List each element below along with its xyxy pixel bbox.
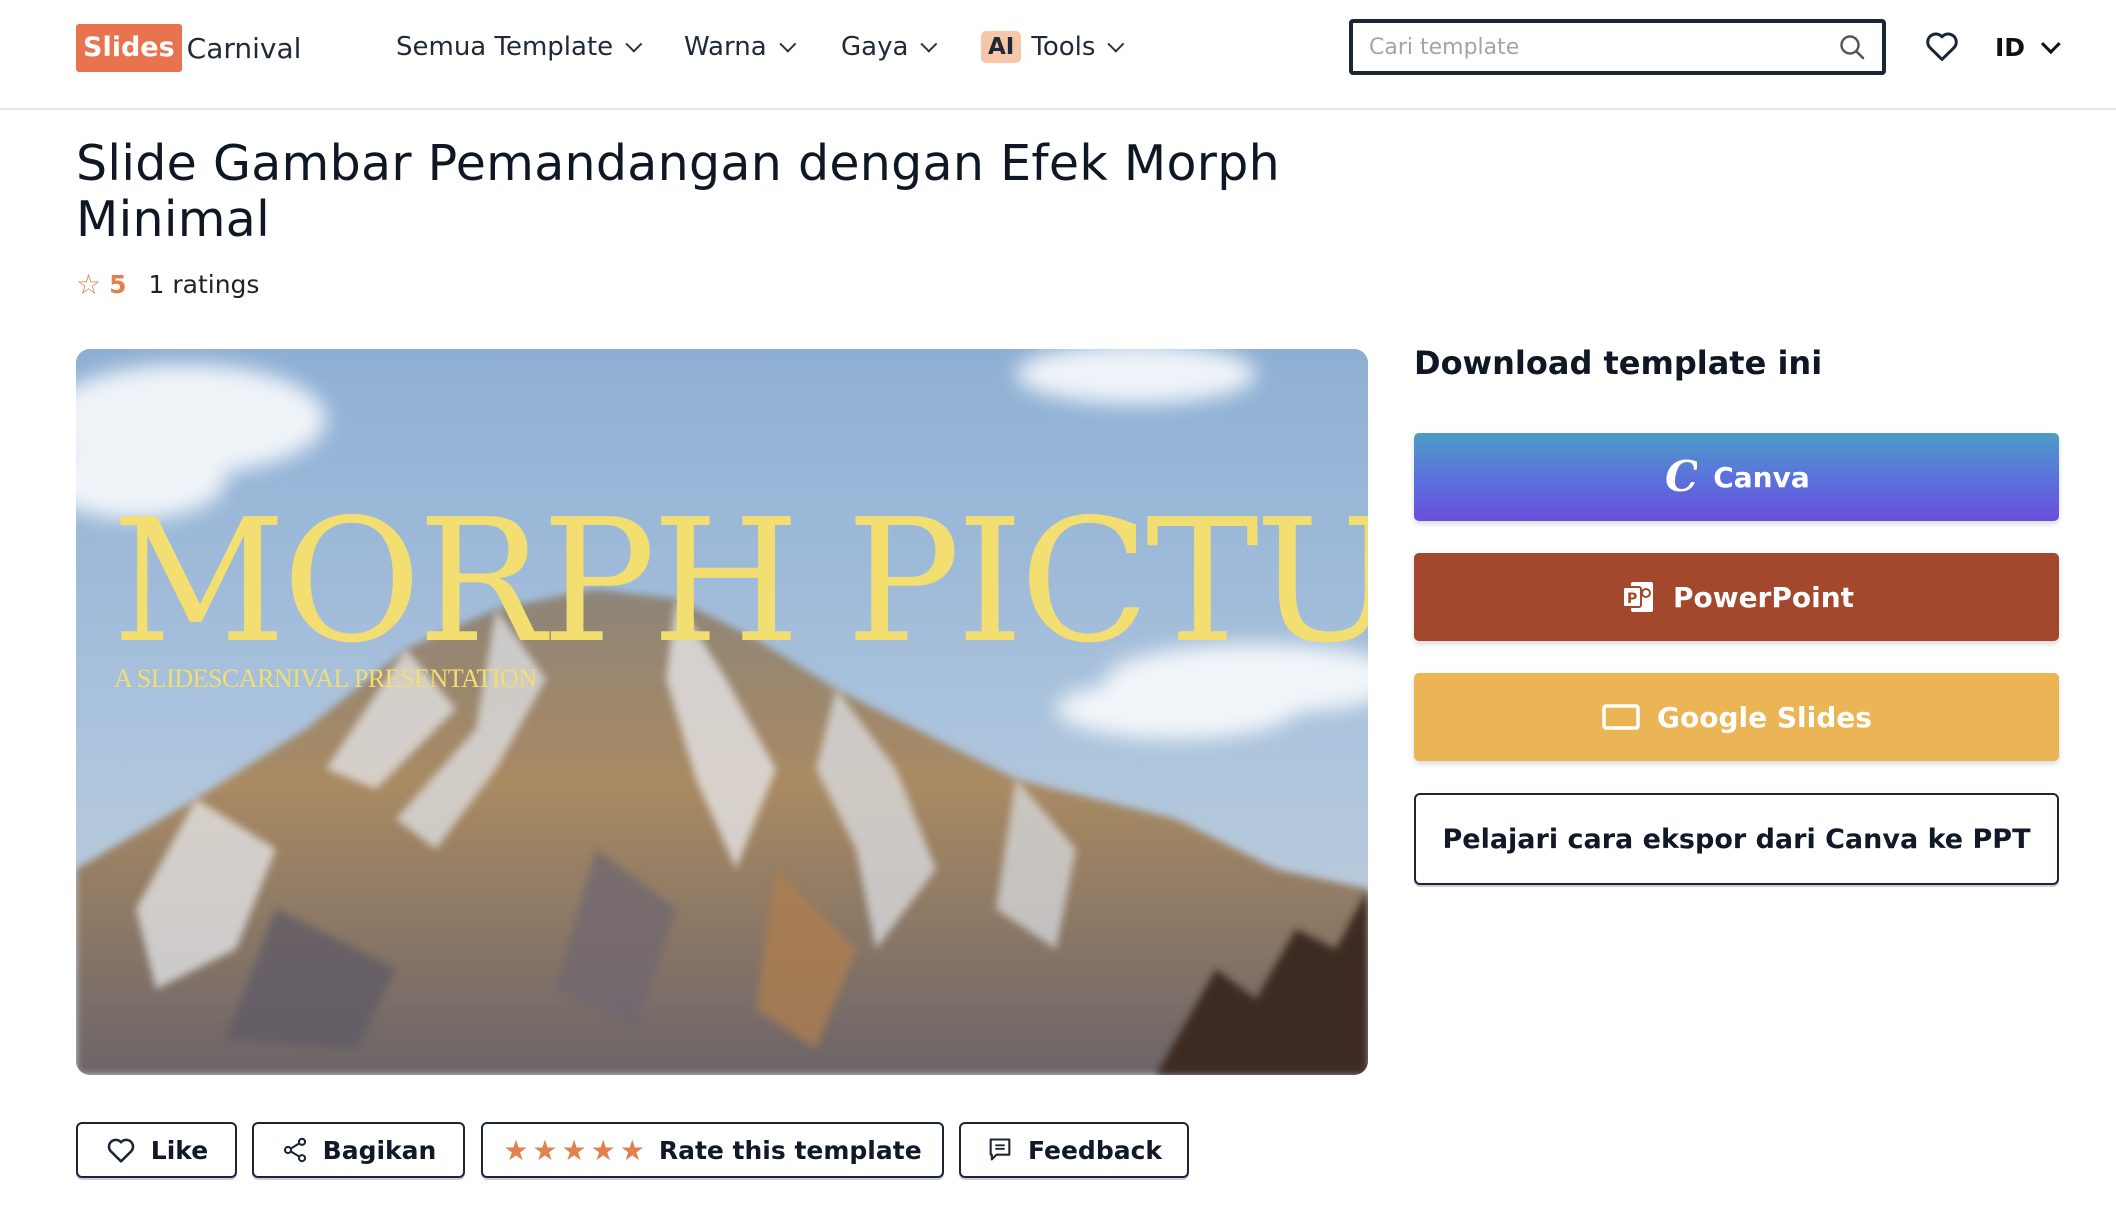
powerpoint-icon: P — [1619, 578, 1657, 616]
feedback-label: Feedback — [1027, 1135, 1163, 1165]
share-label: Bagikan — [322, 1135, 437, 1165]
nav-colors[interactable]: Warna — [684, 26, 796, 68]
preview-headline: MORPH PICTURE — [112, 483, 1368, 681]
favorites-heart-icon[interactable] — [1923, 27, 1961, 65]
feedback-button[interactable]: Feedback — [959, 1122, 1189, 1178]
logo-slides: Slides — [76, 24, 182, 72]
download-heading: Download template ini — [1414, 344, 1823, 382]
star-outline-icon: ☆ — [76, 267, 102, 301]
chevron-down-icon — [2040, 34, 2061, 55]
nav-styles-label: Gaya — [841, 32, 909, 62]
download-powerpoint-label: PowerPoint — [1672, 580, 1855, 614]
chevron-down-icon — [778, 35, 796, 53]
learn-export-button[interactable]: Pelajari cara ekspor dari Canva ke PPT — [1414, 793, 2059, 885]
share-button[interactable]: Bagikan — [252, 1122, 465, 1178]
download-powerpoint-button[interactable]: P PowerPoint — [1414, 553, 2059, 641]
page-title: Slide Gambar Pemandangan dengan Efek Mor… — [76, 135, 1280, 248]
site-logo[interactable]: Slides Carnival — [76, 24, 301, 72]
mountain-landscape-illustration — [76, 349, 1368, 1075]
site-header: Slides Carnival Semua Template Warna Gay… — [0, 0, 2116, 110]
canva-icon: C — [1663, 455, 1697, 499]
search-input[interactable] — [1369, 34, 1838, 60]
download-canva-button[interactable]: C Canva — [1414, 433, 2059, 521]
rating-stars-icon: ★★★★★ — [503, 1133, 649, 1167]
rating-summary: ☆ 5 1 ratings — [76, 264, 259, 304]
preview-subtitle: A SLIDESCARNIVAL PRESENTATION — [114, 664, 537, 693]
language-label: ID — [1995, 32, 2026, 62]
share-icon — [281, 1136, 309, 1164]
nav-ai-tools-label: Tools — [1031, 32, 1096, 62]
rating-count: 1 ratings — [148, 269, 260, 299]
search-box — [1349, 19, 1886, 75]
rate-template-button[interactable]: ★★★★★ Rate this template — [481, 1122, 944, 1178]
chevron-down-icon — [1107, 35, 1125, 53]
nav-all-templates-label: Semua Template — [396, 32, 614, 62]
like-button[interactable]: Like — [76, 1122, 237, 1178]
like-label: Like — [150, 1135, 209, 1165]
rate-template-label: Rate this template — [658, 1135, 922, 1165]
svg-text:P: P — [1627, 591, 1637, 607]
google-slides-icon — [1601, 702, 1641, 732]
download-canva-label: Canva — [1713, 460, 1810, 494]
nav-colors-label: Warna — [684, 32, 767, 62]
svg-text:C: C — [1665, 455, 1697, 499]
logo-carnival: Carnival — [186, 31, 302, 65]
search-icon[interactable] — [1838, 33, 1866, 61]
nav-ai-tools[interactable]: AI Tools — [981, 26, 1125, 68]
rating-score: 5 — [109, 269, 127, 299]
language-selector[interactable]: ID — [1995, 28, 2061, 66]
nav-styles[interactable]: Gaya — [841, 26, 938, 68]
download-google-slides-label: Google Slides — [1657, 700, 1872, 734]
feedback-icon — [986, 1136, 1014, 1164]
template-preview-image[interactable]: MORPH PICTURE A SLIDESCARNIVAL PRESENTAT… — [76, 349, 1368, 1075]
chevron-down-icon — [625, 35, 643, 53]
download-google-slides-button[interactable]: Google Slides — [1414, 673, 2059, 761]
chevron-down-icon — [920, 35, 938, 53]
nav-all-templates[interactable]: Semua Template — [396, 26, 643, 68]
heart-icon — [105, 1134, 137, 1166]
ai-badge: AI — [981, 31, 1022, 63]
